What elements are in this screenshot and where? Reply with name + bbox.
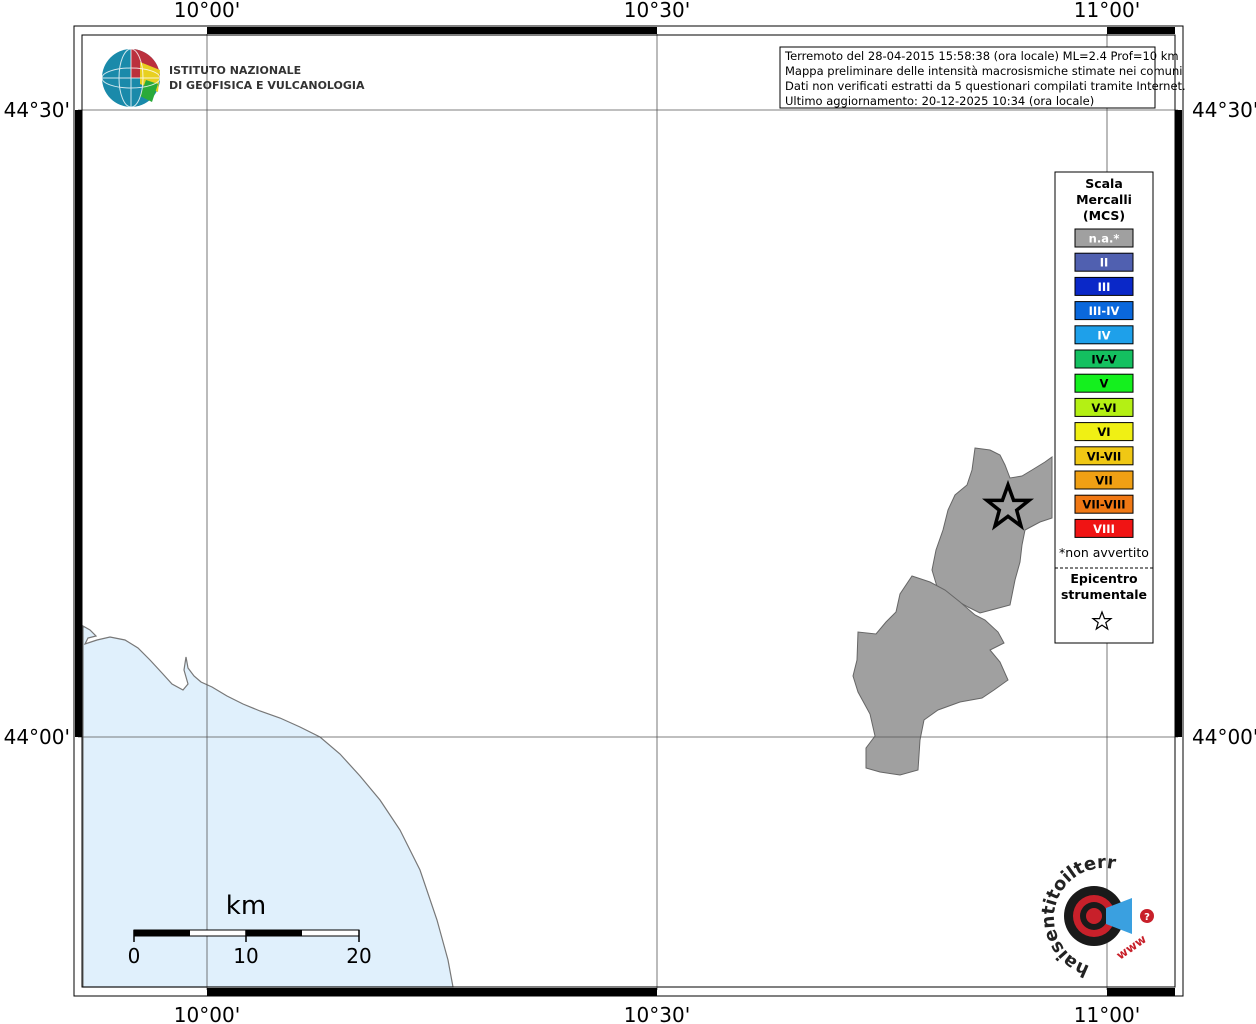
scale-bar-label-0: 0 bbox=[128, 944, 141, 968]
ingv-logo-line-1: ISTITUTO NAZIONALE bbox=[169, 64, 301, 77]
lat-tick-right-2: 44°00' bbox=[1192, 725, 1256, 749]
legend-swatch-label: III bbox=[1098, 280, 1111, 294]
hsit-logo-url: www bbox=[1114, 932, 1149, 963]
lon-tick-top-3: 11°00' bbox=[1074, 0, 1140, 22]
info-box: Terremoto del 28-04-2015 15:58:38 (ora l… bbox=[779, 46, 1186, 109]
lon-tick-bottom-1: 10°00' bbox=[174, 1003, 240, 1024]
legend-swatch-label: V bbox=[1100, 377, 1109, 391]
legend-title-3: (MCS) bbox=[1083, 208, 1125, 223]
scale-bar-label-20: 20 bbox=[346, 944, 371, 968]
lon-tick-top-1: 10°00' bbox=[174, 0, 240, 22]
legend-swatch-label: VI-VII bbox=[1087, 449, 1122, 463]
legend-swatch-label: VII-VIII bbox=[1082, 498, 1125, 512]
info-line-4: Ultimo aggiornamento: 20-12-2025 10:34 (… bbox=[785, 94, 1094, 108]
info-line-1: Terremoto del 28-04-2015 15:58:38 (ora l… bbox=[784, 49, 1179, 63]
legend-swatch-label: n.a.* bbox=[1089, 232, 1120, 246]
lon-tick-top-2: 10°30' bbox=[624, 0, 690, 22]
legend-title-2: Mercalli bbox=[1076, 192, 1132, 207]
legend-swatch-label: III-IV bbox=[1089, 304, 1120, 318]
lon-tick-bottom-3: 11°00' bbox=[1074, 1003, 1140, 1024]
scale-bar-unit: km bbox=[226, 891, 266, 921]
legend-epicenter-label-2: strumentale bbox=[1061, 587, 1147, 602]
ingv-logo: ISTITUTO NAZIONALE DI GEOFISICA E VULCAN… bbox=[101, 48, 365, 108]
intensity-map: 10°00' 10°30' 11°00' 10°00' 10°30' 11°00… bbox=[0, 0, 1256, 1024]
legend-swatch-label: VII bbox=[1095, 474, 1112, 488]
legend-title-1: Scala bbox=[1085, 176, 1123, 191]
lat-tick-right-1: 44°30' bbox=[1192, 98, 1256, 122]
scale-bar-label-10: 10 bbox=[233, 944, 258, 968]
lon-tick-bottom-2: 10°30' bbox=[624, 1003, 690, 1024]
legend-footnote: *non avvertito bbox=[1059, 545, 1149, 560]
lat-tick-left-2: 44°00' bbox=[4, 725, 70, 749]
ingv-logo-line-2: DI GEOFISICA E VULCANOLOGIA bbox=[169, 79, 365, 92]
info-line-3: Dati non verificati estratti da 5 questi… bbox=[785, 79, 1186, 93]
municipality-north bbox=[931, 447, 1053, 614]
legend: Scala Mercalli (MCS) n.a.*IIIIIIII-IVIVI… bbox=[1054, 171, 1154, 644]
legend-swatch-label: VIII bbox=[1093, 522, 1115, 536]
lat-tick-left-1: 44°30' bbox=[4, 98, 70, 122]
legend-epicenter-label-1: Epicentro bbox=[1070, 571, 1138, 586]
legend-swatch-label: II bbox=[1100, 256, 1109, 270]
legend-swatch-label: IV bbox=[1097, 328, 1110, 342]
legend-swatch-label: VI bbox=[1097, 425, 1110, 439]
legend-swatch-label: IV-V bbox=[1091, 353, 1116, 367]
svg-text:?: ? bbox=[1144, 912, 1150, 923]
legend-swatch-label: V-VI bbox=[1091, 401, 1116, 415]
info-line-2: Mappa preliminare delle intensità macros… bbox=[785, 64, 1182, 78]
